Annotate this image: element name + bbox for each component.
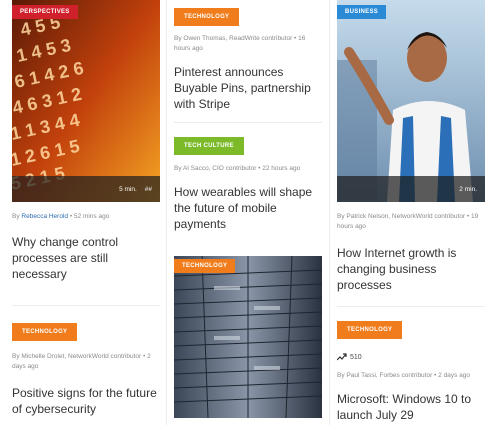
image-footer: 2 min. [337,176,485,202]
card-divider [337,306,485,307]
article-byline: By Owen Thomas, ReadWrite contributor • … [174,35,306,52]
read-time: 5 min. [119,185,137,193]
binary-numbers-image: 4 5 5 1 4 5 3 6 1 4 2 6 4 6 3 1 2 1 1 3 … [12,0,160,202]
feed-column-2: TECHNOLOGY By Owen Thomas, ReadWrite con… [174,0,322,418]
card-divider [174,122,322,123]
article-title[interactable]: How Internet growth is changing business… [337,245,485,293]
presenter-photo-image [337,0,485,202]
article-image[interactable]: BUSINESS 2 min. [337,0,485,202]
category-badge[interactable]: TECHNOLOGY [174,8,240,26]
category-badge[interactable]: TECHNOLOGY [12,323,78,341]
author-link[interactable]: Rebecca Herold [21,213,68,220]
article-byline: By Al Sacco, CIO contributor • 22 hours … [174,165,301,172]
category-badge[interactable]: TECHNOLOGY [337,321,403,339]
article-title[interactable]: Positive signs for the future of cyberse… [12,385,160,417]
byline-prefix: By [12,213,20,220]
article-title[interactable]: How wearables will shape the future of m… [174,184,322,232]
feed-column-3: BUSINESS 2 min. By Patrick Nelson, Netwo… [337,0,485,423]
read-time: 2 min. [459,185,477,193]
category-badge[interactable]: BUSINESS [337,5,387,19]
article-title[interactable]: Pinterest announces Buyable Pins, partne… [174,64,322,112]
byline-time: • 52 mins ago [69,213,110,220]
article-title[interactable]: Microsoft: Windows 10 to launch July 29 [337,391,485,423]
category-badge[interactable]: TECH CULTURE [174,137,244,155]
column-divider [166,0,167,425]
category-badge[interactable]: TECHNOLOGY [174,259,236,273]
feed-column-1: 4 5 5 1 4 5 3 6 1 4 2 6 4 6 3 1 2 1 1 3 … [12,0,160,425]
category-badge[interactable]: PERSPECTIVES [12,5,78,19]
share-icon[interactable]: ## [145,186,152,193]
article-byline: By Rebecca Herold • 52 mins ago [12,212,160,222]
card-divider [12,305,160,306]
trending-count-value: 510 [350,353,362,361]
article-byline: By Michelle Drolet, NetworkWorld contrib… [12,353,151,370]
article-image[interactable]: 4 5 5 1 4 5 3 6 1 4 2 6 4 6 3 1 2 1 1 3 … [12,0,160,202]
server-rack-image [174,256,322,418]
trending-up-icon [337,353,347,361]
image-footer: 5 min. ## [12,176,160,202]
column-divider [329,0,330,425]
article-title[interactable]: Why change control processes are still n… [12,234,160,282]
article-image[interactable]: TECHNOLOGY [174,256,322,418]
trending-count: 510 [337,353,485,361]
article-byline: By Patrick Nelson, NetworkWorld contribu… [337,213,479,230]
article-byline: By Paul Tassi, Forbes contributor • 2 da… [337,372,470,379]
